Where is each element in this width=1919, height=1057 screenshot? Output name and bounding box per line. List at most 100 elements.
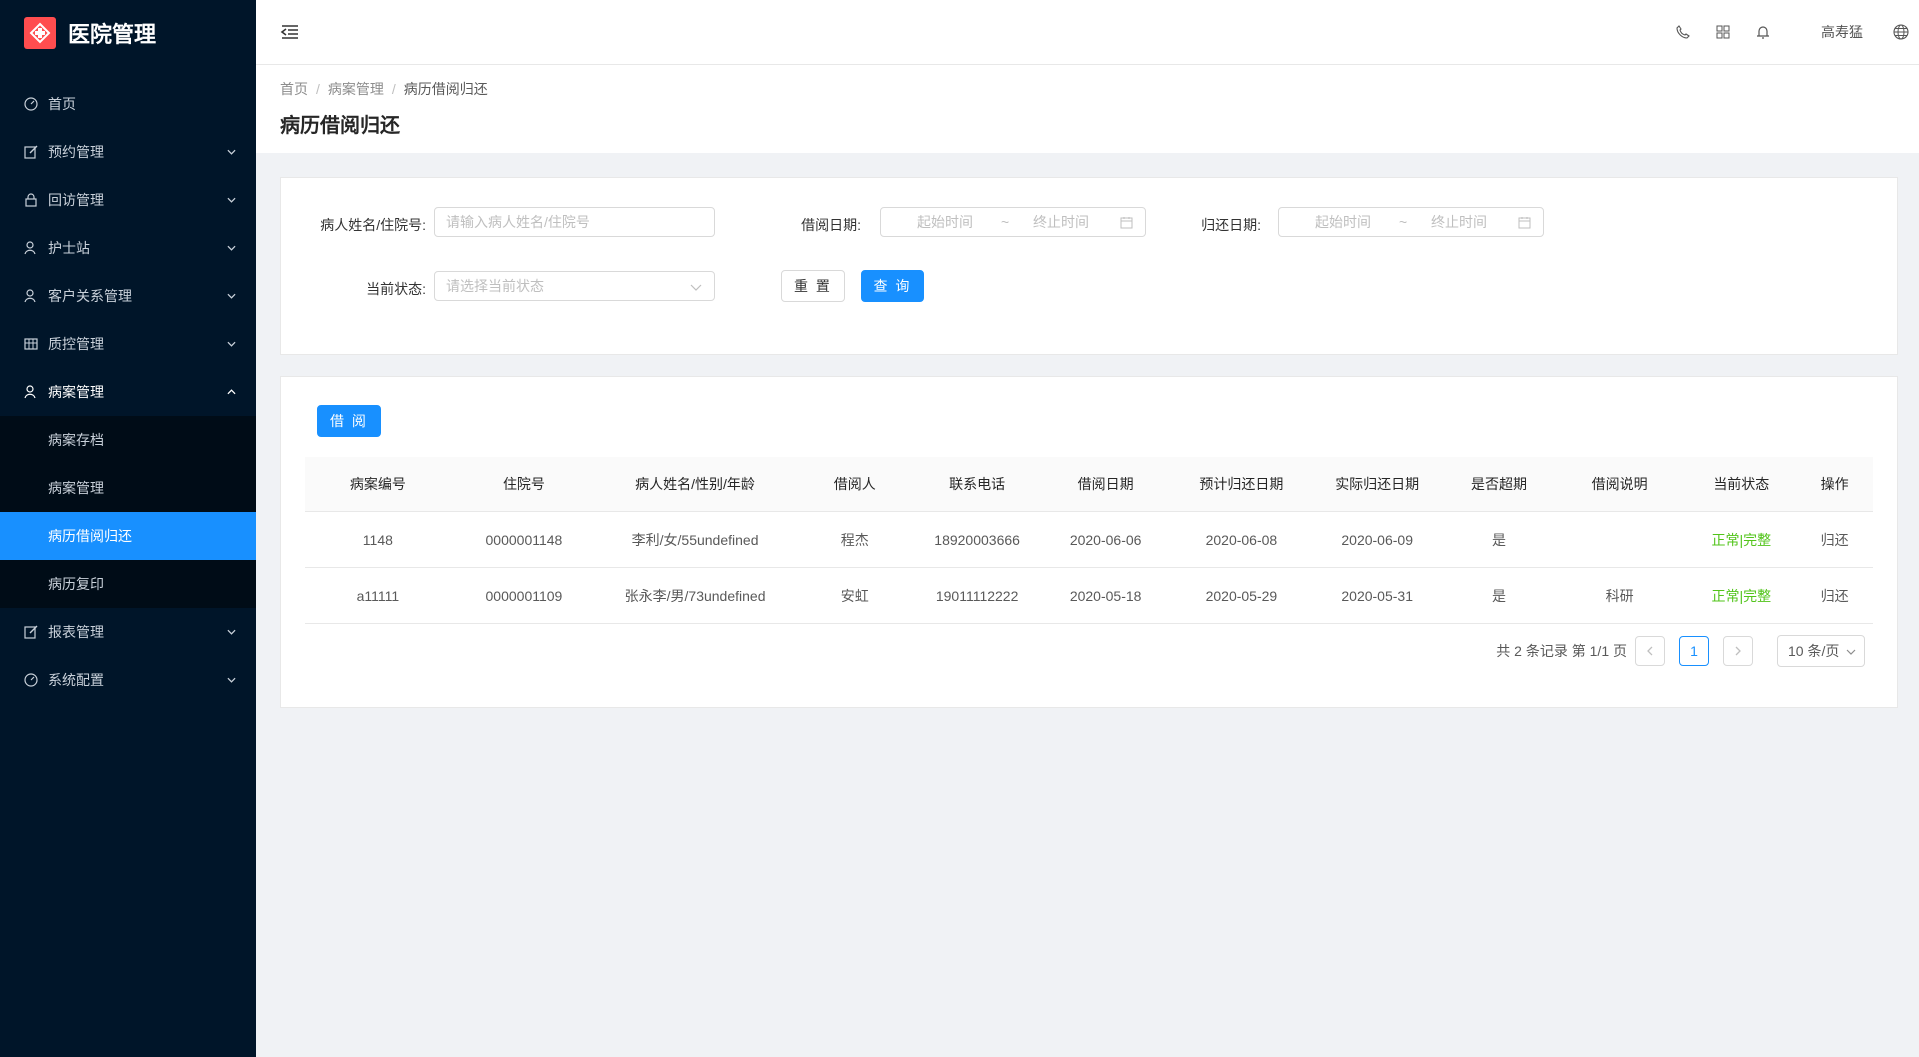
sidebar-item-home[interactable]: 首页	[0, 80, 256, 128]
patient-search-input[interactable]: 请输入病人姓名/住院号	[434, 207, 715, 237]
cell-status: 正常|完整	[1686, 567, 1797, 624]
borrow-end-input[interactable]: 终止时间	[1033, 212, 1089, 232]
cell-note	[1553, 511, 1687, 568]
sidebar-subitem-case-manage[interactable]: 病案管理	[0, 464, 256, 512]
breadcrumb-separator: /	[316, 81, 320, 97]
status-select[interactable]: 请选择当前状态	[434, 271, 715, 301]
range-separator: ~	[1001, 214, 1010, 230]
column-header[interactable]: 操作	[1796, 457, 1873, 512]
return-date-label: 归还日期:	[1201, 217, 1261, 233]
app-title: 医院管理	[68, 22, 157, 47]
cell-inpatient-no: 0000001109	[450, 567, 598, 624]
chevron-right-icon	[1735, 646, 1741, 656]
sidebar-subitem-record-copy[interactable]: 病历复印	[0, 560, 256, 608]
borrow-date-label: 借阅日期:	[801, 217, 861, 233]
table-icon	[24, 337, 38, 351]
chevron-down-icon	[227, 149, 236, 155]
dashboard-icon	[24, 673, 38, 687]
borrow-date-range-picker[interactable]: 起始时间 ~ 终止时间	[880, 207, 1146, 237]
cell-expected-return: 2020-05-29	[1173, 567, 1310, 624]
cell-patient: 李利/女/55undefined	[597, 511, 793, 568]
table-row: a11111 0000001109 张永李/男/73undefined 安虹 1…	[305, 567, 1873, 624]
cell-phone: 18920003666	[916, 511, 1038, 568]
top-header: 高寿猛	[256, 0, 1919, 65]
sidebar-subitem-case-archive[interactable]: 病案存档	[0, 416, 256, 464]
case-management-submenu: 病案存档 病案管理 病历借阅归还 病历复印	[0, 416, 256, 608]
phone-icon[interactable]	[1675, 24, 1691, 40]
sidebar-item-appointment[interactable]: 预约管理	[0, 128, 256, 176]
borrow-start-input[interactable]: 起始时间	[917, 212, 973, 232]
column-header[interactable]: 当前状态	[1686, 457, 1797, 512]
return-action-link[interactable]: 归还	[1796, 567, 1873, 624]
breadcrumb-separator: /	[391, 81, 396, 97]
pagination: 共 2 条记录 第 1/1 页 1 10 条/页	[1496, 635, 1865, 667]
user-name[interactable]: 高寿猛	[1821, 22, 1863, 42]
chevron-down-icon	[227, 677, 236, 683]
cell-phone: 19011112222	[916, 567, 1038, 624]
cell-overdue: 是	[1445, 511, 1553, 568]
cell-case-no: 1148	[305, 511, 451, 568]
table-row: 1148 0000001148 李利/女/55undefined 程杰 1892…	[305, 511, 1873, 568]
column-header[interactable]: 预计归还日期	[1173, 457, 1310, 512]
cell-borrower: 安虹	[792, 567, 917, 624]
header-actions: 高寿猛	[1663, 0, 1919, 64]
borrow-button[interactable]: 借 阅	[317, 405, 381, 437]
bell-icon[interactable]	[1755, 24, 1771, 40]
dashboard-icon	[24, 97, 38, 111]
sidebar-subitem-record-borrow-return[interactable]: 病历借阅归还	[0, 512, 256, 560]
reset-button[interactable]: 重 置	[781, 270, 845, 302]
sidebar-item-reports[interactable]: 报表管理	[0, 608, 256, 656]
column-header[interactable]: 借阅日期	[1037, 457, 1174, 512]
apps-grid-icon[interactable]	[1715, 24, 1731, 40]
sidebar-item-system-config[interactable]: 系统配置	[0, 656, 256, 704]
range-separator: ~	[1399, 214, 1408, 230]
column-header[interactable]: 实际归还日期	[1309, 457, 1446, 512]
logo[interactable]: 医院管理	[0, 0, 256, 66]
column-header[interactable]: 住院号	[450, 457, 598, 512]
records-panel: 借 阅 病案编号 住院号 病人姓名/性别/年龄 借阅人 联系电话 借阅日期 预计…	[280, 376, 1898, 708]
page-size-select[interactable]: 10 条/页	[1777, 635, 1865, 667]
return-end-input[interactable]: 终止时间	[1431, 212, 1487, 232]
edit-icon	[24, 145, 38, 159]
breadcrumb-parent[interactable]: 病案管理	[328, 81, 384, 97]
return-action-link[interactable]: 归还	[1796, 511, 1873, 568]
sidebar-item-crm[interactable]: 客户关系管理	[0, 272, 256, 320]
sidebar-item-case-management[interactable]: 病案管理	[0, 368, 256, 416]
edit-icon	[24, 625, 38, 639]
cell-actual-return: 2020-05-31	[1309, 567, 1446, 624]
next-page-button[interactable]	[1723, 636, 1753, 666]
column-header[interactable]: 病人姓名/性别/年龄	[597, 457, 793, 512]
cell-actual-return: 2020-06-09	[1309, 511, 1446, 568]
query-button[interactable]: 查 询	[861, 270, 924, 302]
cell-note: 科研	[1553, 567, 1687, 624]
sidebar-item-label: 预约管理	[48, 144, 104, 160]
globe-icon[interactable]	[1893, 24, 1909, 40]
breadcrumb-home[interactable]: 首页	[280, 81, 308, 97]
user-icon	[24, 385, 38, 399]
column-header[interactable]: 借阅说明	[1553, 457, 1687, 512]
sidebar-item-label: 客户关系管理	[48, 288, 132, 304]
sidebar-item-followup[interactable]: 回访管理	[0, 176, 256, 224]
table-header-row: 病案编号 住院号 病人姓名/性别/年龄 借阅人 联系电话 借阅日期 预计归还日期…	[305, 457, 1873, 512]
status-select-placeholder: 请选择当前状态	[446, 278, 544, 294]
chevron-down-icon	[227, 245, 236, 251]
chevron-down-icon	[227, 629, 236, 635]
return-date-range-picker[interactable]: 起始时间 ~ 终止时间	[1278, 207, 1544, 237]
records-table: 病案编号 住院号 病人姓名/性别/年龄 借阅人 联系电话 借阅日期 预计归还日期…	[305, 457, 1873, 624]
cell-borrow-date: 2020-06-06	[1037, 511, 1174, 568]
prev-page-button[interactable]	[1635, 636, 1665, 666]
column-header[interactable]: 联系电话	[916, 457, 1038, 512]
column-header[interactable]: 病案编号	[305, 457, 451, 512]
cell-case-no: a11111	[305, 567, 451, 624]
column-header[interactable]: 是否超期	[1445, 457, 1553, 512]
page-number-button[interactable]: 1	[1679, 636, 1709, 666]
column-header[interactable]: 借阅人	[792, 457, 917, 512]
sidebar-item-nurse-station[interactable]: 护士站	[0, 224, 256, 272]
menu-fold-icon[interactable]	[280, 22, 300, 42]
sidebar-item-quality-control[interactable]: 质控管理	[0, 320, 256, 368]
page-size-value: 10 条/页	[1788, 643, 1840, 659]
pagination-summary: 共 2 条记录 第 1/1 页	[1496, 643, 1627, 659]
return-start-input[interactable]: 起始时间	[1315, 212, 1371, 232]
sidebar-item-label: 病案管理	[48, 384, 104, 400]
sidebar-item-label: 报表管理	[48, 624, 104, 640]
